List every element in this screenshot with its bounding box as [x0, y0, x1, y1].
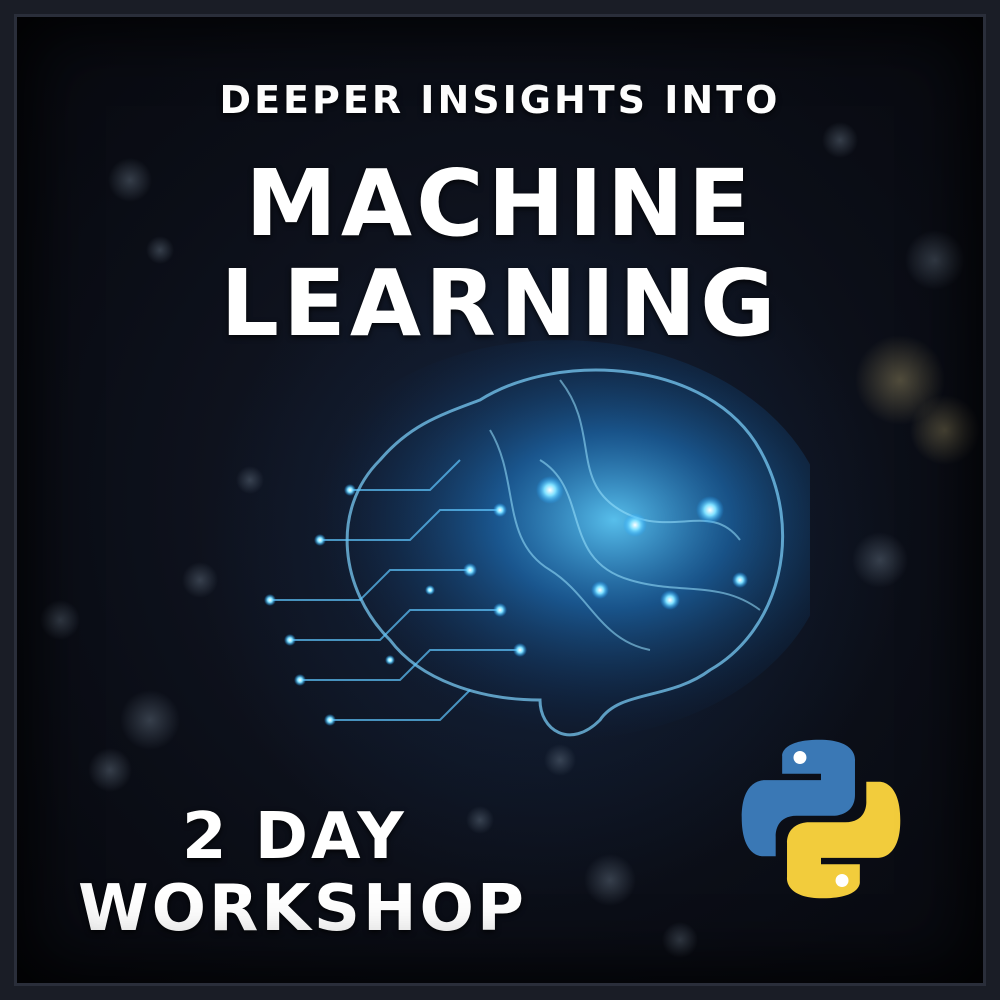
headline-line-1: MACHINE [245, 150, 755, 257]
kicker-text: DEEPER INSIGHTS INTO [219, 78, 781, 122]
poster: DEEPER INSIGHTS INTO MACHINE LEARNING 2 … [0, 0, 1000, 1000]
workshop-label-text: WORKSHOP [78, 872, 527, 946]
workshop-days-text: 2 DAY [182, 800, 407, 874]
python-logo-icon [741, 739, 901, 899]
circuit-brain-icon [264, 340, 810, 740]
